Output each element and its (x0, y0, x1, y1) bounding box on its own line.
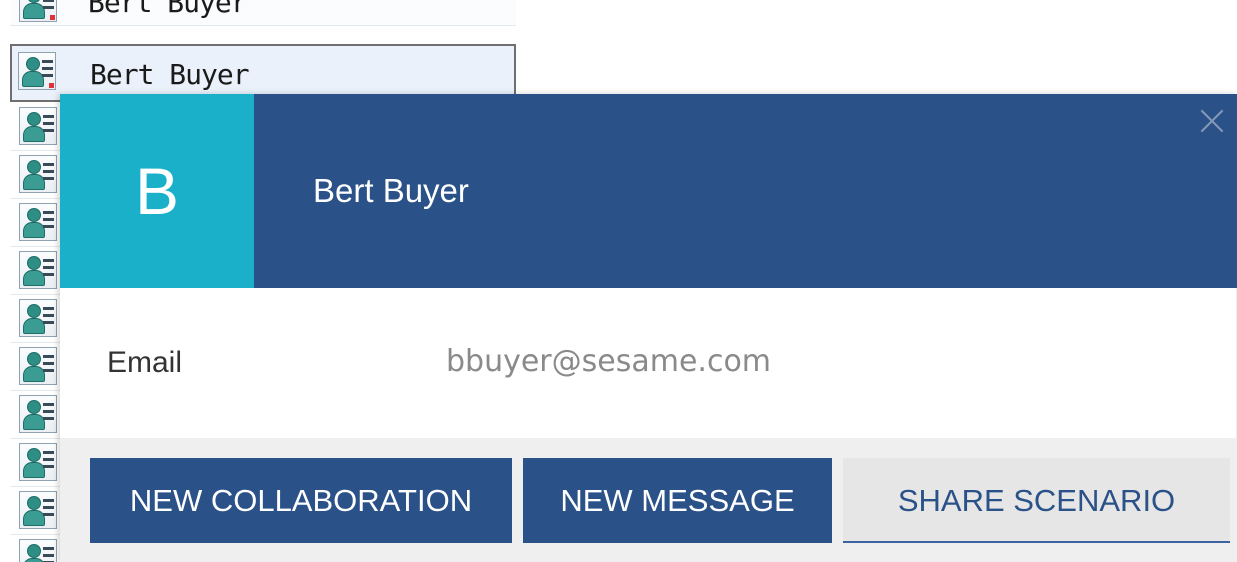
contact-card-icon (19, 155, 57, 193)
avatar: B (60, 94, 254, 288)
contact-card-icon (19, 107, 57, 145)
contact-name: Bert Buyer (313, 172, 469, 209)
avatar-initial: B (134, 154, 180, 228)
contact-card-icon (19, 299, 57, 337)
contact-list-item[interactable]: Bert Buyer (10, 0, 516, 26)
contact-card-icon (19, 491, 57, 529)
contact-card-header: B Bert Buyer (60, 94, 1237, 288)
contact-card-icon (19, 395, 57, 433)
share-scenario-button[interactable]: SHARE SCENARIO (843, 458, 1230, 543)
contact-card-icon (19, 539, 57, 562)
email-value[interactable]: bbuyer@sesame.com (446, 344, 771, 379)
new-message-button[interactable]: NEW MESSAGE (523, 458, 832, 543)
contact-card-icon (18, 52, 56, 90)
contact-card-icon (19, 443, 57, 481)
contact-card-icon (19, 251, 57, 289)
contact-card-popup: B Bert Buyer Email bbuyer@sesame.com NEW… (60, 94, 1237, 562)
contact-card-icon (19, 347, 57, 385)
contact-card-icon (19, 203, 57, 241)
contact-card-icon (19, 0, 57, 22)
new-collaboration-button[interactable]: NEW COLLABORATION (90, 458, 512, 543)
email-label: Email (107, 346, 183, 379)
contact-list-item-name: Bert Buyer (88, 0, 248, 19)
screen: Bert Buyer Bert Buyer B Bert Buyer Email… (0, 0, 1237, 562)
close-icon[interactable] (1197, 106, 1227, 136)
contact-list-item-name: Bert Buyer (90, 58, 250, 91)
contact-details: Email bbuyer@sesame.com (60, 288, 1237, 438)
contact-actions: NEW COLLABORATION NEW MESSAGE SHARE SCEN… (60, 438, 1237, 562)
